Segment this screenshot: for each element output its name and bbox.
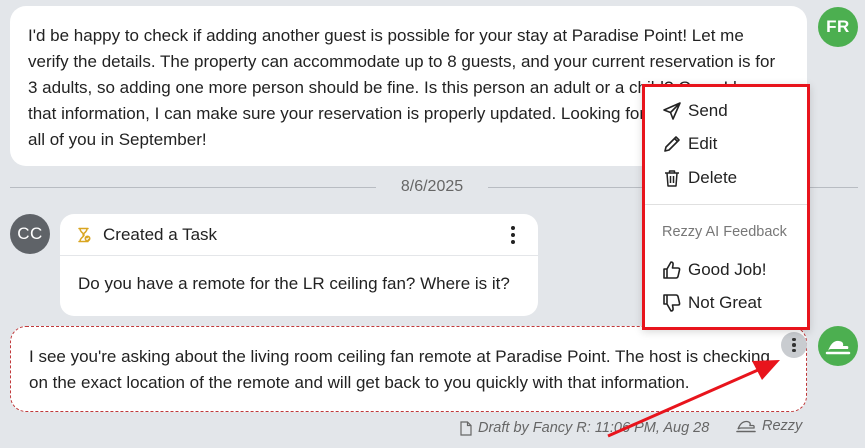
menu-item-label: Send bbox=[688, 101, 728, 120]
draft-text: I see you're asking about the living roo… bbox=[29, 347, 770, 392]
menu-item-delete[interactable]: Delete bbox=[662, 166, 737, 190]
draft-context-menu: Send Edit Delete Rezzy AI Feedback Good … bbox=[642, 84, 810, 330]
draft-options-button[interactable] bbox=[781, 332, 807, 358]
menu-item-label: Delete bbox=[688, 168, 738, 187]
rezzy-avatar bbox=[818, 326, 858, 366]
menu-item-edit[interactable]: Edit bbox=[662, 132, 717, 156]
task-body: Do you have a remote for the LR ceiling … bbox=[78, 274, 510, 293]
menu-item-send[interactable]: Send bbox=[662, 99, 728, 123]
thumbs-down-icon bbox=[663, 294, 681, 312]
kebab-icon[interactable] bbox=[504, 225, 522, 245]
menu-section-label: Rezzy AI Feedback bbox=[662, 224, 787, 240]
assistant-tag: Rezzy bbox=[736, 418, 802, 434]
menu-item-label: Good Job! bbox=[688, 260, 767, 279]
menu-item-label: Not Great bbox=[688, 293, 762, 312]
send-icon bbox=[663, 102, 681, 120]
divider-line bbox=[10, 187, 376, 188]
rezzy-logo-icon bbox=[736, 420, 756, 433]
rezzy-logo-icon bbox=[825, 340, 851, 355]
draft-meta: Draft by Fancy R: 11:06 PM, Aug 28 bbox=[478, 420, 710, 436]
thumbs-up-icon bbox=[663, 261, 681, 279]
document-icon bbox=[460, 420, 473, 436]
menu-item-not-great[interactable]: Not Great bbox=[662, 291, 762, 315]
trash-icon bbox=[665, 170, 679, 187]
task-card: Created a Task Do you have a remote for … bbox=[60, 214, 538, 316]
menu-divider bbox=[645, 204, 807, 205]
pencil-icon bbox=[664, 136, 680, 152]
draft-footer: Draft by Fancy R: 11:06 PM, Aug 28 Rezzy bbox=[460, 418, 802, 438]
draft-message[interactable]: I see you're asking about the living roo… bbox=[10, 326, 807, 412]
date-label: 8/6/2025 bbox=[400, 178, 464, 195]
task-title: Created a Task bbox=[103, 224, 218, 244]
avatar: CC bbox=[10, 214, 50, 254]
task-header: Created a Task bbox=[60, 214, 538, 256]
menu-item-label: Edit bbox=[688, 134, 718, 153]
avatar-initials: CC bbox=[17, 224, 43, 243]
avatar: FR bbox=[818, 7, 858, 47]
hourglass-icon bbox=[76, 227, 92, 243]
menu-item-good-job[interactable]: Good Job! bbox=[662, 258, 766, 282]
avatar-initials: FR bbox=[826, 17, 850, 36]
assistant-name: Rezzy bbox=[762, 418, 803, 434]
